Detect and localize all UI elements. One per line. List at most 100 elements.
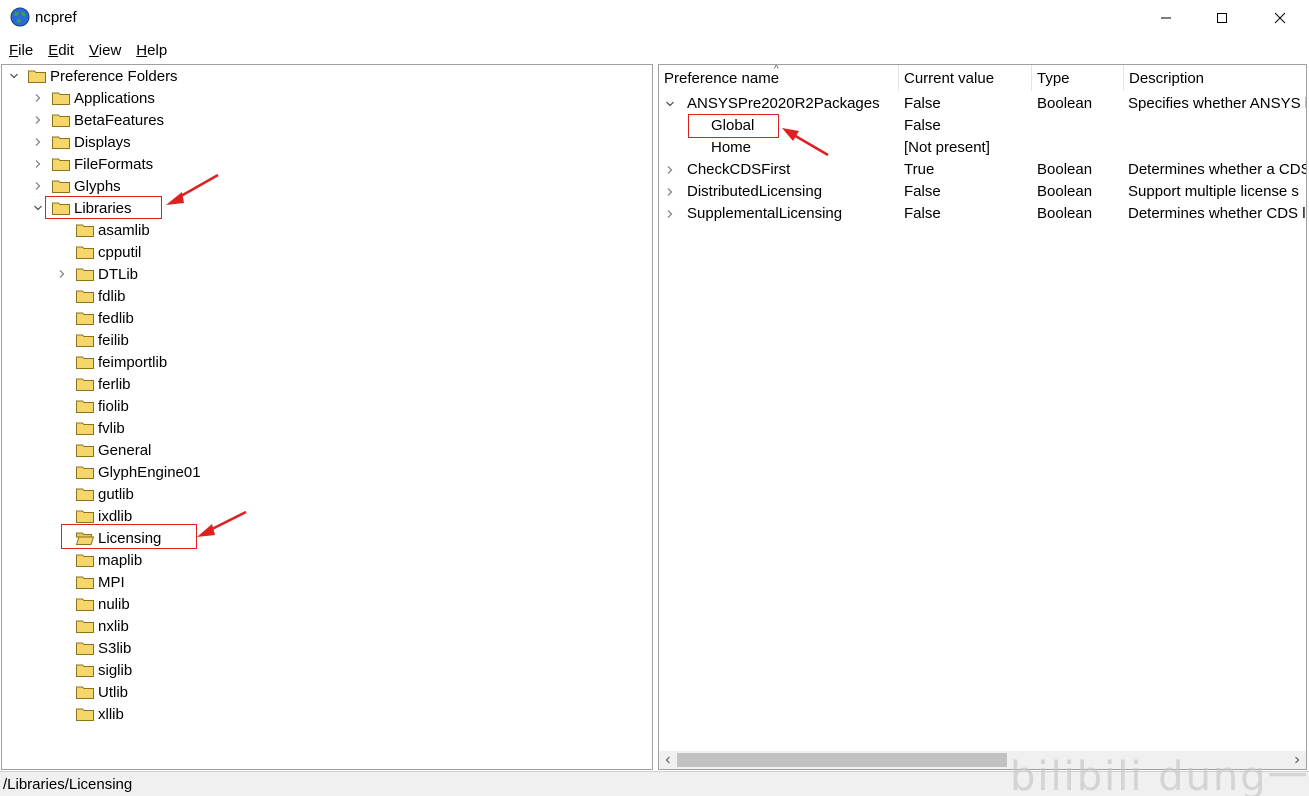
tree-item-label: fdlib — [98, 287, 126, 305]
tree-item[interactable]: xllib — [56, 703, 124, 725]
chevron-down-icon[interactable] — [8, 65, 20, 87]
chevron-right-icon[interactable] — [32, 87, 44, 109]
folder-tree[interactable]: Preference Folders Applications BetaFeatu… — [1, 64, 653, 770]
folder-icon — [28, 70, 46, 83]
folder-icon — [76, 708, 94, 721]
preference-value: False — [904, 183, 941, 200]
folder-icon — [76, 686, 94, 699]
maximize-button[interactable] — [1193, 0, 1251, 36]
menu-view[interactable]: View — [80, 40, 127, 62]
chevron-down-icon[interactable] — [32, 197, 44, 219]
tree-item[interactable]: Glyphs — [32, 175, 121, 197]
menu-edit[interactable]: Edit — [39, 40, 80, 62]
menu-bar: File Edit View Help — [0, 40, 173, 62]
list-row[interactable]: Home [Not present] — [659, 137, 1306, 159]
column-header-description[interactable]: Description — [1124, 65, 1306, 91]
menu-help[interactable]: Help — [127, 40, 173, 62]
tree-item-label: feimportlib — [98, 353, 168, 371]
folder-icon — [76, 224, 94, 237]
folder-icon — [76, 466, 94, 479]
column-header-type[interactable]: Type — [1032, 65, 1124, 91]
tree-item[interactable]: fiolib — [56, 395, 129, 417]
menu-help-label: elp — [147, 42, 168, 59]
tree-item-label: fvlib — [98, 419, 125, 437]
folder-icon — [76, 598, 94, 611]
preference-value: [Not present] — [904, 139, 990, 156]
preference-value: False — [904, 95, 941, 112]
tree-item[interactable]: fdlib — [56, 285, 126, 307]
chevron-right-icon[interactable] — [32, 109, 44, 131]
list-row[interactable]: CheckCDSFirst True Boolean Determines wheth… — [659, 159, 1306, 181]
menu-view-accel: V — [89, 42, 99, 59]
tree-item-label: fedlib — [98, 309, 134, 327]
tree-item[interactable]: maplib — [56, 549, 142, 571]
column-header-value[interactable]: Current value — [899, 65, 1032, 91]
tree-item[interactable]: DTLib — [56, 263, 138, 285]
folder-icon — [76, 642, 94, 655]
chevron-down-icon[interactable] — [665, 99, 677, 109]
chevron-right-icon[interactable] — [665, 165, 677, 175]
menu-file[interactable]: File — [0, 40, 39, 62]
tree-item[interactable]: BetaFeatures — [32, 109, 164, 131]
column-header-name[interactable]: ^ Preference name — [659, 65, 899, 91]
tree-item[interactable]: ferlib — [56, 373, 131, 395]
chevron-right-icon[interactable] — [32, 131, 44, 153]
preference-value: False — [904, 117, 941, 134]
tree-item[interactable]: FileFormats — [32, 153, 153, 175]
highlight-box-libraries — [45, 196, 162, 219]
folder-icon — [76, 334, 94, 347]
scroll-left-icon[interactable] — [659, 751, 677, 769]
tree-item[interactable]: Utlib — [56, 681, 128, 703]
preference-list[interactable]: ^ Preference name Current value Type Des… — [658, 64, 1307, 770]
tree-item[interactable]: fvlib — [56, 417, 125, 439]
chevron-right-icon[interactable] — [32, 175, 44, 197]
tree-item[interactable]: Displays — [32, 131, 131, 153]
scrollbar-thumb[interactable] — [677, 753, 1007, 767]
tree-item[interactable]: MPI — [56, 571, 125, 593]
tree-item[interactable]: feilib — [56, 329, 129, 351]
tree-item[interactable]: gutlib — [56, 483, 134, 505]
menu-help-accel: H — [136, 42, 148, 59]
tree-item-label: MPI — [98, 573, 125, 591]
annotation-arrow-icon — [782, 128, 829, 157]
tree-item[interactable]: asamlib — [56, 219, 150, 241]
status-path: /Libraries/Licensing — [3, 776, 133, 793]
chevron-right-icon[interactable] — [665, 209, 677, 219]
tree-item-label: nxlib — [98, 617, 129, 635]
preference-name: SupplementalLicensing — [687, 205, 843, 222]
folder-icon — [76, 510, 94, 523]
highlight-box-global — [688, 114, 779, 138]
tree-item[interactable]: cpputil — [56, 241, 141, 263]
tree-item[interactable]: Applications — [32, 87, 155, 109]
preference-description: Determines whether a CDS — [1128, 161, 1306, 178]
chevron-right-icon[interactable] — [32, 153, 44, 175]
tree-item-label: maplib — [98, 551, 143, 569]
tree-item[interactable]: General — [56, 439, 151, 461]
chevron-right-icon[interactable] — [665, 187, 677, 197]
list-row[interactable]: ANSYSPre2020R2Packages False Boolean Specif… — [659, 93, 1306, 115]
tree-item[interactable]: feimportlib — [56, 351, 167, 373]
tree-item[interactable]: GlyphEngine01 — [56, 461, 201, 483]
watermark: bilibili dung一T — [1010, 754, 1309, 796]
globe-icon — [10, 7, 30, 27]
preference-type: Boolean — [1037, 205, 1093, 222]
list-row[interactable]: SupplementalLicensing False Boolean Determi… — [659, 203, 1306, 225]
folder-icon — [76, 312, 94, 325]
chevron-right-icon[interactable] — [56, 263, 68, 285]
title-bar: ncpref — [0, 0, 1309, 36]
tree-item[interactable]: fedlib — [56, 307, 134, 329]
minimize-button[interactable] — [1137, 0, 1195, 36]
tree-root[interactable]: Preference Folders — [8, 65, 178, 87]
tree-item[interactable]: nxlib — [56, 615, 129, 637]
tree-item-label: gutlib — [98, 485, 134, 503]
close-button[interactable] — [1251, 0, 1309, 36]
minimize-icon — [1161, 17, 1171, 19]
tree-item-label: General — [98, 441, 152, 459]
tree-item[interactable]: S3lib — [56, 637, 131, 659]
tree-item[interactable]: nulib — [56, 593, 130, 615]
folder-icon — [52, 92, 70, 105]
list-cell-name: ANSYSPre2020R2Packages — [665, 93, 899, 115]
tree-item[interactable]: siglib — [56, 659, 132, 681]
list-row[interactable]: DistributedLicensing False Boolean Support … — [659, 181, 1306, 203]
tree-item-label: Displays — [74, 133, 131, 151]
